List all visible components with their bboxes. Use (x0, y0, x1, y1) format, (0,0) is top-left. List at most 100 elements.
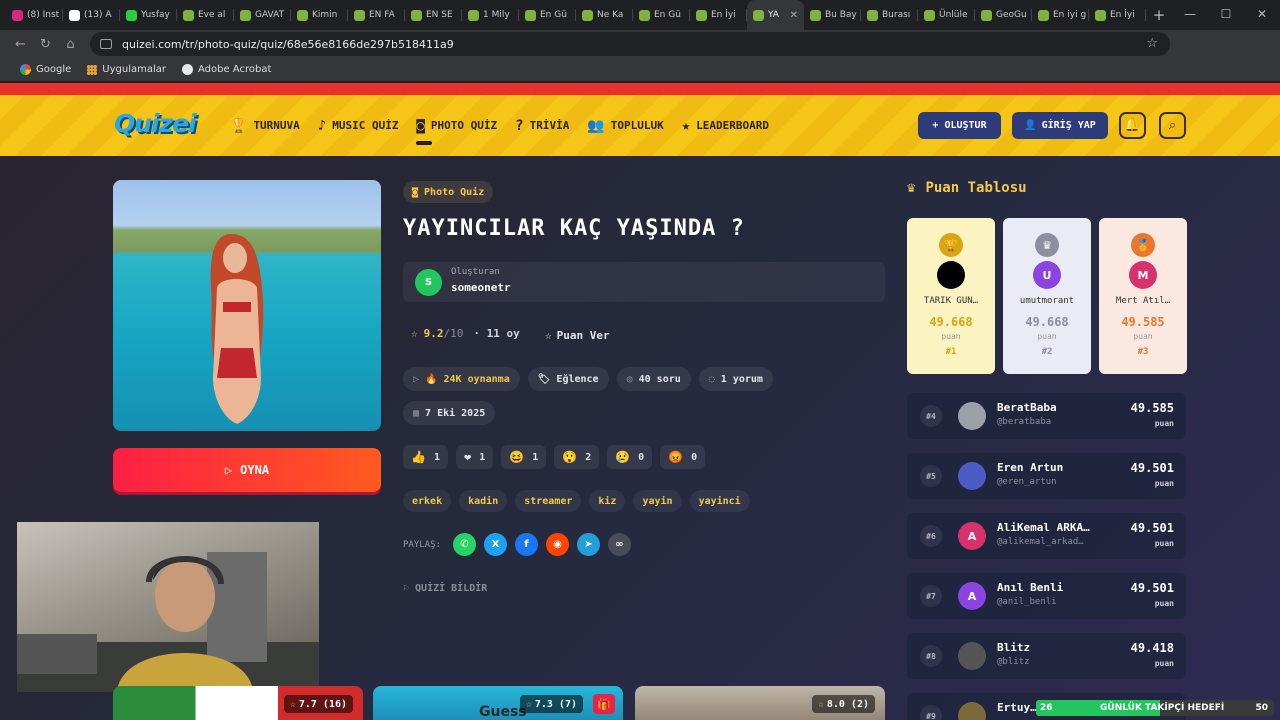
tab-title: Burası (882, 10, 911, 20)
site-info-icon[interactable] (100, 39, 112, 49)
minimize-icon[interactable]: — (1172, 0, 1208, 30)
leaderboard-row[interactable]: #8 Blitz @blitz 49.418 puan (907, 633, 1186, 679)
podium-card[interactable]: ♛ Uumutmorant 49.668 puan #2 (1003, 218, 1091, 374)
bookmark-google[interactable]: Google (20, 64, 71, 75)
reaction-count: 1 (532, 451, 539, 463)
nav-link[interactable]: ◙ PHOTO QUİZ (416, 118, 497, 145)
bookmark-acrobat[interactable]: Adobe Acrobat (181, 64, 271, 75)
browser-tab[interactable]: GAVAT (234, 0, 291, 30)
play-button[interactable]: ▷ OYNA (113, 448, 381, 492)
back-icon[interactable]: ← (8, 37, 33, 52)
tab-title: Yusfay (141, 10, 170, 20)
rate-button[interactable]: ☆ Puan Ver (539, 324, 616, 346)
browser-tab[interactable]: En Gü (519, 0, 576, 30)
reaction-button[interactable]: 😆 1 (501, 445, 547, 469)
browser-tab[interactable]: Yusfay (120, 0, 177, 30)
creator-name[interactable]: someonetr (451, 281, 511, 294)
leaderboard-row[interactable]: #5 Eren Artun @eren_artun 49.501 puan (907, 453, 1186, 499)
music-icon: ♪ (317, 117, 327, 134)
nav-link-label: TOPLULUK (610, 119, 664, 132)
leaderboard-row[interactable]: #4 BeratBaba @beratbaba 49.585 puan (907, 393, 1186, 439)
browser-tab[interactable]: En İyi (690, 0, 747, 30)
laugh-icon: 😆 (509, 450, 525, 464)
facebook-icon[interactable]: f (514, 533, 538, 556)
tag-chip[interactable]: streamer (515, 490, 582, 512)
reaction-button[interactable]: ❤ 1 (455, 445, 494, 469)
search-icon[interactable]: ⌕ (1159, 112, 1186, 139)
nav-link[interactable]: ♪ MUSIC QUİZ (318, 118, 399, 134)
x-twitter-icon[interactable]: X (483, 533, 507, 556)
browser-tab[interactable]: Bu Bay (804, 0, 861, 30)
tag-chip[interactable]: kiz (589, 490, 626, 512)
nav-link[interactable]: ? TRİVİA (515, 118, 569, 134)
tag-chip[interactable]: erkek (403, 490, 452, 512)
maximize-icon[interactable]: ☐ (1208, 0, 1244, 30)
avatar (958, 462, 986, 490)
leaderboard-row[interactable]: #6 A AliKemal ARKA… @alikemal_arkad… 49.501 p… (907, 513, 1186, 559)
browser-tab[interactable]: GeoGu (975, 0, 1032, 30)
browser-tab[interactable]: Kimin (291, 0, 348, 30)
browser-tab[interactable]: (8) Inst (6, 0, 63, 30)
browser-tab[interactable]: Eve al (177, 0, 234, 30)
browser-tab[interactable]: 1 Mily (462, 0, 519, 30)
browser-tab[interactable]: YA ✕ (747, 0, 804, 30)
nav-link[interactable]: ★ LEADERBOARD (682, 118, 769, 134)
player-score-unit: puan (1154, 419, 1174, 428)
reaction-button[interactable]: 😡 0 (660, 445, 706, 469)
browser-tab[interactable]: Burası (861, 0, 918, 30)
related-quiz-card[interactable]: ☆ 7.7 (16) (113, 686, 363, 720)
whatsapp-icon[interactable]: ✆ (452, 533, 476, 556)
tab-favicon-icon (753, 9, 764, 21)
reaction-button[interactable]: 😢 0 (607, 445, 653, 469)
avatar: A (958, 582, 986, 610)
telegram-icon[interactable]: ➤ (576, 533, 600, 556)
reload-icon[interactable]: ↻ (33, 37, 58, 52)
users-icon: 👥 (587, 117, 605, 134)
rating-score: 9.2 (423, 327, 444, 340)
bookmark-apps[interactable]: Uygulamalar (87, 64, 166, 75)
home-icon[interactable]: ⌂ (58, 37, 83, 52)
podium-card[interactable]: 🏅 M Mert Atıl… 49.585 puan #3 (1099, 218, 1187, 374)
browser-tab[interactable]: En Gü (633, 0, 690, 30)
tab-close-icon[interactable]: ✕ (790, 10, 798, 21)
browser-tab[interactable]: EN SE (405, 0, 462, 30)
reddit-icon[interactable]: ◉ (545, 533, 569, 556)
goal-target: 50 (1255, 703, 1268, 713)
avatar: A (958, 522, 986, 550)
player-handle: @blitz (997, 657, 1030, 667)
quiz-cover-image[interactable] (113, 180, 381, 431)
reaction-button[interactable]: 👍 1 (403, 445, 448, 469)
browser-tab[interactable]: EN FA (348, 0, 405, 30)
notifications-bell-icon[interactable]: 🔔 (1119, 112, 1146, 139)
reaction-button[interactable]: 😲 2 (554, 445, 600, 469)
copy-link-icon[interactable]: ∞ (607, 533, 631, 556)
browser-tab[interactable]: Ne Ka (576, 0, 633, 30)
close-window-icon[interactable]: ✕ (1244, 0, 1280, 30)
related-quiz-card[interactable]: ☆ 8.0 (2) (635, 686, 885, 720)
tag-chip[interactable]: kadin (459, 490, 508, 512)
browser-tab[interactable]: (13) A (63, 0, 120, 30)
new-tab-button[interactable]: + (1146, 6, 1172, 24)
browser-tab[interactable]: En iyi g (1032, 0, 1089, 30)
address-bar[interactable]: quizei.com/tr/photo-quiz/quiz/68e56e8166… (90, 32, 1170, 56)
create-button[interactable]: + OLUŞTUR (918, 112, 1001, 139)
nav-link[interactable]: 👥 TOPLULUK (587, 118, 663, 134)
category-chip[interactable]: 🏷 Eğlence (527, 367, 609, 391)
creator-card[interactable]: S Oluşturan someonetr (403, 262, 885, 302)
browser-tab[interactable]: En İyi (1089, 0, 1146, 30)
photo-quiz-badge: ◙ Photo Quiz (403, 181, 494, 203)
report-quiz-link[interactable]: ⚐ QUİZİ BİLDİR (403, 583, 487, 594)
site-logo[interactable]: Quizei (114, 109, 197, 138)
player-name: Ertuy… (997, 701, 1037, 714)
browser-tab[interactable]: Ünlüle (918, 0, 975, 30)
tag-chip[interactable]: yayinci (689, 490, 750, 512)
leaderboard-row[interactable]: #7 A Anıl Benli @anil_benli 49.501 puan (907, 573, 1186, 619)
podium-card[interactable]: 🏆 TARIK GÜN… 49.668 puan #1 (907, 218, 995, 374)
nav-link[interactable]: 🏆 TURNUVA (230, 118, 300, 134)
tag-chip[interactable]: yayin (633, 490, 682, 512)
login-button[interactable]: 👤 GİRİŞ YAP (1012, 112, 1108, 139)
player-handle: @alikemal_arkad… (997, 537, 1084, 547)
bookmark-star-icon[interactable]: ☆ (1146, 36, 1158, 51)
related-quiz-card[interactable]: Guess ☆ 7.3 (7) 🎁 (373, 686, 623, 720)
comments-chip[interactable]: ◌ 1 yorum (698, 367, 773, 391)
